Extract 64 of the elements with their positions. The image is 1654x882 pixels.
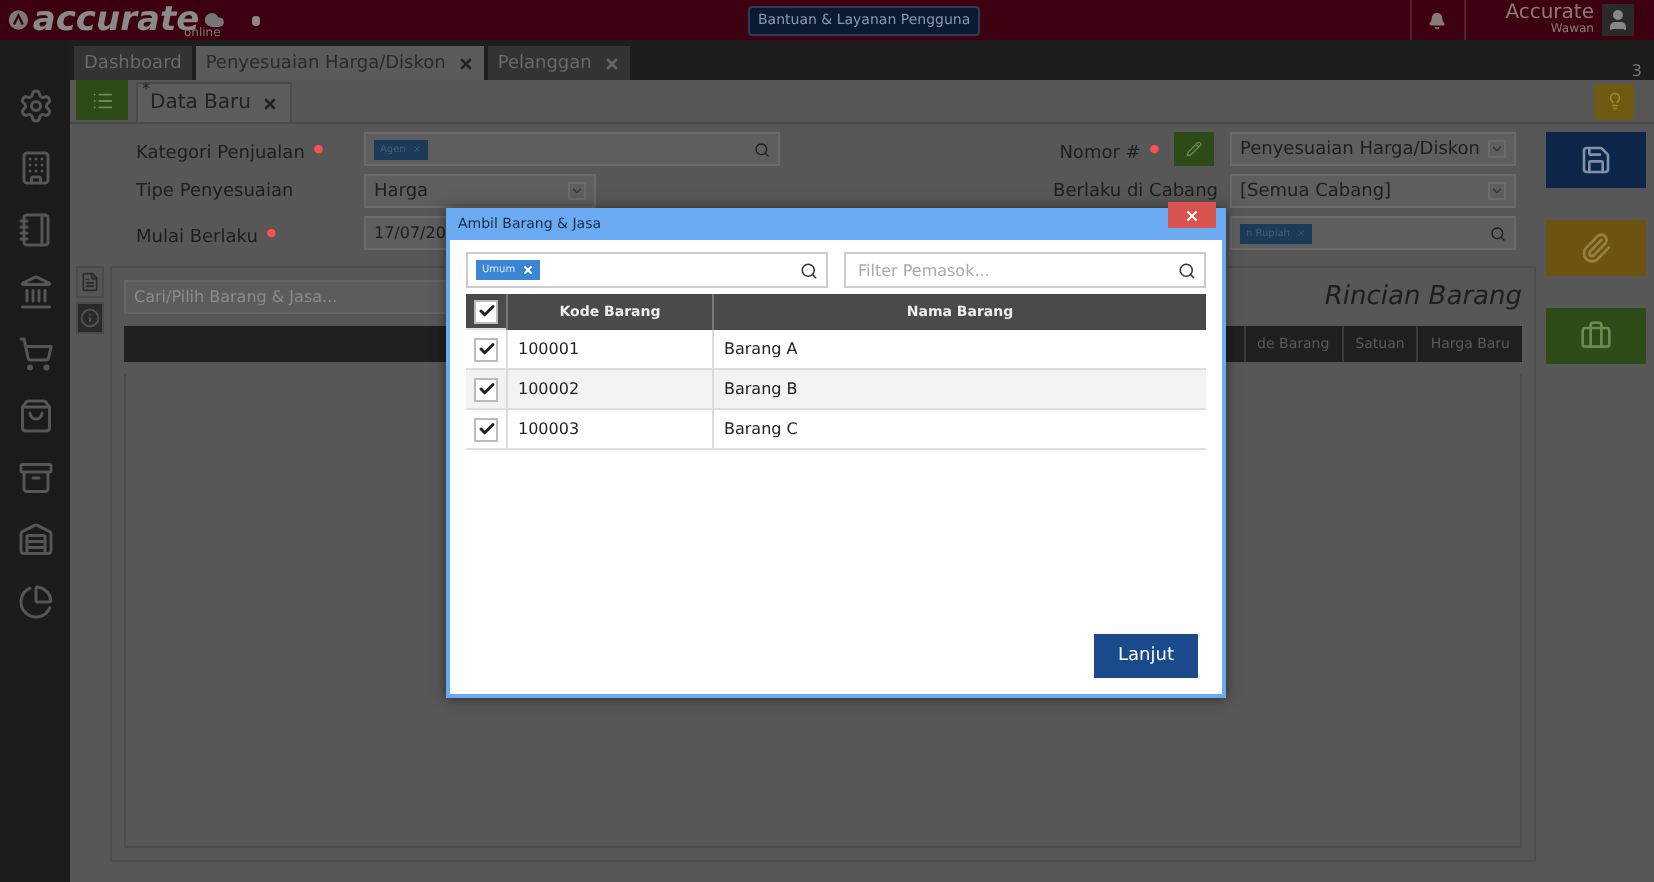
checkbox[interactable] bbox=[474, 377, 498, 401]
briefcase-icon bbox=[1579, 320, 1611, 352]
list-button[interactable] bbox=[76, 80, 128, 120]
building-icon[interactable] bbox=[17, 150, 53, 186]
lightbulb-icon bbox=[1605, 92, 1623, 110]
table-cell: Barang B bbox=[712, 370, 1206, 410]
pencil-icon bbox=[1186, 140, 1202, 158]
check-icon bbox=[477, 420, 495, 438]
select-field[interactable]: Penyesuaian Harga/Diskon bbox=[1230, 132, 1516, 166]
field-label: Tipe Penyesuaian bbox=[136, 181, 296, 201]
field-label: Kategori Penjualan • bbox=[136, 135, 329, 163]
briefcase-button[interactable] bbox=[1545, 308, 1645, 364]
tab-count[interactable]: 3 bbox=[1631, 62, 1654, 80]
check-icon bbox=[477, 302, 495, 320]
chevron-down-icon[interactable] bbox=[1488, 140, 1506, 158]
checkbox[interactable] bbox=[474, 337, 498, 361]
notebook-icon[interactable] bbox=[17, 212, 53, 248]
warehouse-icon[interactable] bbox=[17, 522, 53, 558]
close-icon[interactable] bbox=[261, 95, 277, 111]
close-icon[interactable] bbox=[603, 55, 620, 71]
lightbulb-button[interactable] bbox=[1594, 83, 1634, 119]
logo-mark-icon bbox=[8, 6, 29, 34]
attach-button[interactable] bbox=[1545, 220, 1645, 276]
check-icon bbox=[477, 380, 495, 398]
bank-icon[interactable] bbox=[17, 274, 53, 310]
chevron-down-icon[interactable] bbox=[568, 182, 586, 200]
supplier-filter-box[interactable]: Filter Pemasok... bbox=[844, 252, 1206, 288]
paperclip-icon bbox=[1579, 232, 1611, 264]
section-title: Rincian Barang bbox=[1324, 282, 1522, 312]
table-cell: 100002 bbox=[506, 370, 712, 410]
user-name: Accurate bbox=[1505, 4, 1594, 24]
table-cell: 100003 bbox=[506, 410, 712, 450]
user-icon bbox=[1606, 8, 1630, 32]
bag-icon[interactable] bbox=[17, 398, 53, 434]
select-field[interactable]: [Semua Cabang] bbox=[1230, 174, 1516, 208]
field-label: Nomor # • bbox=[1059, 135, 1164, 163]
close-icon bbox=[1184, 207, 1200, 223]
table-cell: Barang A bbox=[712, 330, 1206, 370]
info-icon[interactable] bbox=[80, 308, 100, 328]
search-icon[interactable] bbox=[800, 261, 818, 279]
search-icon[interactable] bbox=[1178, 261, 1196, 279]
checkbox[interactable] bbox=[474, 299, 498, 323]
table-cell: Barang C bbox=[712, 410, 1206, 450]
sub-tab[interactable]: * Data Baru bbox=[136, 82, 291, 122]
select-field[interactable]: Harga bbox=[364, 174, 596, 208]
bell-icon[interactable] bbox=[1428, 11, 1447, 29]
check-icon bbox=[477, 340, 495, 358]
date-field[interactable]: 17/07/20 bbox=[364, 216, 450, 250]
pie-chart-icon[interactable] bbox=[17, 584, 53, 620]
field-label: Berlaku di Cabang bbox=[1053, 181, 1220, 201]
avatar-button[interactable] bbox=[1602, 4, 1634, 36]
document-icon[interactable] bbox=[80, 272, 100, 292]
chevron-down-icon[interactable] bbox=[1488, 182, 1506, 200]
table-cell: 100001 bbox=[506, 330, 712, 370]
continue-button[interactable]: Lanjut bbox=[1094, 634, 1198, 678]
save-button[interactable] bbox=[1545, 132, 1645, 188]
save-icon bbox=[1579, 144, 1611, 176]
settings-icon[interactable] bbox=[17, 88, 53, 124]
field-label: Mulai Berlaku • bbox=[136, 219, 282, 247]
checkbox[interactable] bbox=[474, 417, 498, 441]
edit-button[interactable] bbox=[1174, 132, 1214, 166]
close-icon[interactable] bbox=[457, 55, 474, 71]
close-button[interactable] bbox=[1168, 202, 1216, 228]
cart-icon[interactable] bbox=[17, 336, 53, 372]
